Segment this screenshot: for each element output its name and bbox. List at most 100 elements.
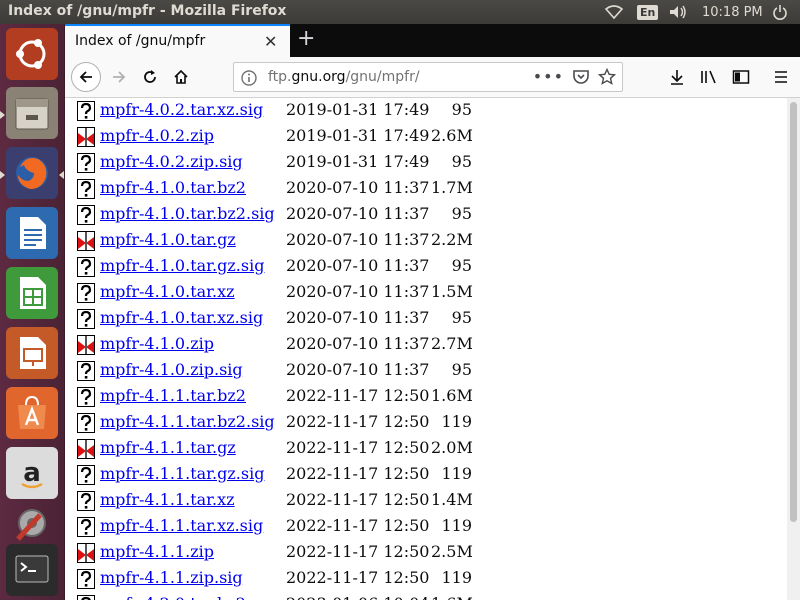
unknown-file-icon — [77, 491, 95, 511]
file-link[interactable]: mpfr-4.0.2.tar.xz.sig — [100, 100, 263, 119]
file-link[interactable]: mpfr-4.1.0.tar.gz.sig — [100, 256, 264, 275]
file-link[interactable]: mpfr-4.1.1.tar.bz2.sig — [100, 412, 275, 431]
file-link[interactable]: mpfr-4.1.1.tar.xz.sig — [100, 516, 263, 535]
table-row: mpfr-4.1.0.zip 2020-07-10 11:37 2.7M — [77, 332, 777, 358]
home-button[interactable] — [167, 63, 195, 91]
sidebar-button[interactable] — [727, 63, 755, 91]
file-modified-date: 2019-01-31 17:49 — [286, 126, 430, 145]
file-link[interactable]: mpfr-4.1.1.tar.gz.sig — [100, 464, 264, 483]
amazon-icon[interactable]: a — [6, 447, 58, 499]
keyboard-layout-indicator[interactable]: En — [637, 0, 659, 24]
libreoffice-impress-icon[interactable] — [6, 327, 58, 379]
file-modified-date: 2022-11-17 12:50 — [286, 542, 430, 561]
file-link[interactable]: mpfr-4.1.1.tar.bz2 — [100, 386, 246, 405]
file-link[interactable]: mpfr-4.1.0.tar.xz — [100, 282, 235, 301]
library-button[interactable] — [695, 63, 723, 91]
tab-close-icon[interactable]: ✕ — [264, 32, 277, 51]
file-size: 2.5M — [431, 542, 473, 561]
file-modified-date: 2020-07-10 11:37 — [286, 334, 430, 353]
table-row: mpfr-4.1.1.tar.gz.sig 2022-11-17 12:50 119 — [77, 462, 777, 488]
table-row: mpfr-4.1.1.tar.xz 2022-11-17 12:50 1.4M — [77, 488, 777, 514]
file-modified-date: 2019-01-31 17:49 — [286, 152, 430, 171]
reload-button[interactable] — [136, 63, 164, 91]
file-link[interactable]: mpfr-4.1.0.zip.sig — [100, 360, 243, 379]
svg-text:a: a — [23, 458, 41, 488]
file-modified-date: 2022-11-17 12:50 — [286, 386, 430, 405]
archive-file-icon — [77, 543, 95, 563]
file-link[interactable]: mpfr-4.1.1.tar.xz — [100, 490, 235, 509]
libreoffice-writer-icon[interactable] — [6, 207, 58, 259]
bookmark-star-icon[interactable] — [598, 67, 616, 86]
unknown-file-icon — [77, 153, 95, 173]
file-size: 95 — [451, 204, 472, 223]
clock[interactable]: 10:18 PM — [702, 0, 763, 24]
file-size: 2.2M — [431, 230, 473, 249]
tab-active[interactable]: Index of /gnu/mpfr ✕ — [65, 24, 290, 57]
file-link[interactable]: mpfr-4.1.0.tar.gz — [100, 230, 236, 249]
volume-icon[interactable] — [668, 0, 690, 24]
unknown-file-icon — [77, 205, 95, 225]
file-size: 95 — [451, 256, 472, 275]
table-row: mpfr-4.1.1.tar.xz.sig 2022-11-17 12:50 119 — [77, 514, 777, 540]
unknown-file-icon — [77, 309, 95, 329]
library-icon — [701, 70, 716, 84]
file-link[interactable]: mpfr-4.1.0.tar.xz.sig — [100, 308, 263, 327]
file-size: 95 — [451, 308, 472, 327]
file-modified-date: 2020-07-10 11:37 — [286, 178, 430, 197]
unknown-file-icon — [77, 465, 95, 485]
page-scrollbar[interactable] — [787, 98, 800, 600]
download-icon — [671, 70, 683, 85]
unknown-file-icon — [77, 387, 95, 407]
downloads-button[interactable] — [663, 63, 691, 91]
file-modified-date: 2020-07-10 11:37 — [286, 308, 430, 327]
file-link[interactable]: mpfr-4.1.1.zip — [100, 542, 214, 561]
file-size: 95 — [451, 360, 472, 379]
file-size: 119 — [441, 412, 472, 431]
libreoffice-calc-icon[interactable] — [6, 267, 58, 319]
file-link[interactable]: mpfr-4.1.1.tar.gz — [100, 438, 236, 457]
forward-button[interactable] — [105, 63, 133, 91]
archive-file-icon — [77, 231, 95, 251]
back-button[interactable] — [71, 62, 101, 92]
power-icon[interactable] — [772, 0, 790, 24]
site-info-icon[interactable] — [240, 69, 258, 87]
file-size: 2.0M — [431, 438, 473, 457]
file-size: 95 — [451, 152, 472, 171]
file-link[interactable]: mpfr-4.1.0.tar.bz2 — [100, 178, 246, 197]
file-size: 119 — [441, 464, 472, 483]
running-indicator — [0, 111, 5, 119]
file-link[interactable]: mpfr-4.1.0.tar.bz2.sig — [100, 204, 275, 223]
file-link[interactable]: mpfr-4.2.0.tar.bz2 — [100, 594, 246, 600]
url-bar[interactable]: ftp.gnu.org/gnu/mpfr/ ••• — [233, 62, 623, 92]
file-link[interactable]: mpfr-4.1.0.zip — [100, 334, 214, 353]
file-modified-date: 2022-11-17 12:50 — [286, 464, 430, 483]
table-row: mpfr-4.2.0.tar.bz2 2023-01-06 10:041.6M — [77, 592, 777, 600]
pocket-icon[interactable] — [572, 68, 590, 86]
window-title: Index of /gnu/mpfr - Mozilla Firefox — [8, 3, 287, 19]
archive-file-icon — [77, 439, 95, 459]
browser-window: Index of /gnu/mpfr ✕ + ftp.gnu.org/gnu/m… — [65, 24, 800, 600]
terminal-icon[interactable] — [6, 544, 58, 596]
menu-button[interactable] — [767, 63, 795, 91]
file-link[interactable]: mpfr-4.0.2.zip.sig — [100, 152, 243, 171]
unknown-file-icon — [77, 517, 95, 537]
new-tab-icon[interactable]: + — [297, 28, 315, 50]
url-text[interactable]: ftp.gnu.org/gnu/mpfr/ — [268, 69, 420, 85]
files-icon[interactable] — [6, 87, 58, 139]
software-center-icon[interactable] — [6, 387, 58, 439]
home-icon — [174, 69, 188, 84]
directory-listing: mpfr-4.0.2.tar.xz.sig 2019-01-31 17:49 95 m… — [65, 98, 787, 600]
wifi-icon[interactable] — [604, 0, 626, 24]
unknown-file-icon — [77, 179, 95, 199]
scrollbar-thumb[interactable] — [790, 102, 797, 522]
file-link[interactable]: mpfr-4.1.1.zip.sig — [100, 568, 243, 587]
table-row: mpfr-4.1.0.tar.xz.sig 2020-07-10 11:37 95 — [77, 306, 777, 332]
ubuntu-dash-icon[interactable] — [6, 28, 58, 80]
file-link[interactable]: mpfr-4.0.2.zip — [100, 126, 214, 145]
url-path: /gnu/mpfr/ — [345, 69, 420, 85]
file-modified-date: 2020-07-10 11:37 — [286, 204, 430, 223]
file-size: 2.6M — [431, 126, 473, 145]
page-actions-icon[interactable]: ••• — [533, 67, 564, 86]
firefox-icon[interactable] — [6, 147, 58, 199]
top-panel: Index of /gnu/mpfr - Mozilla Firefox En … — [0, 0, 800, 24]
